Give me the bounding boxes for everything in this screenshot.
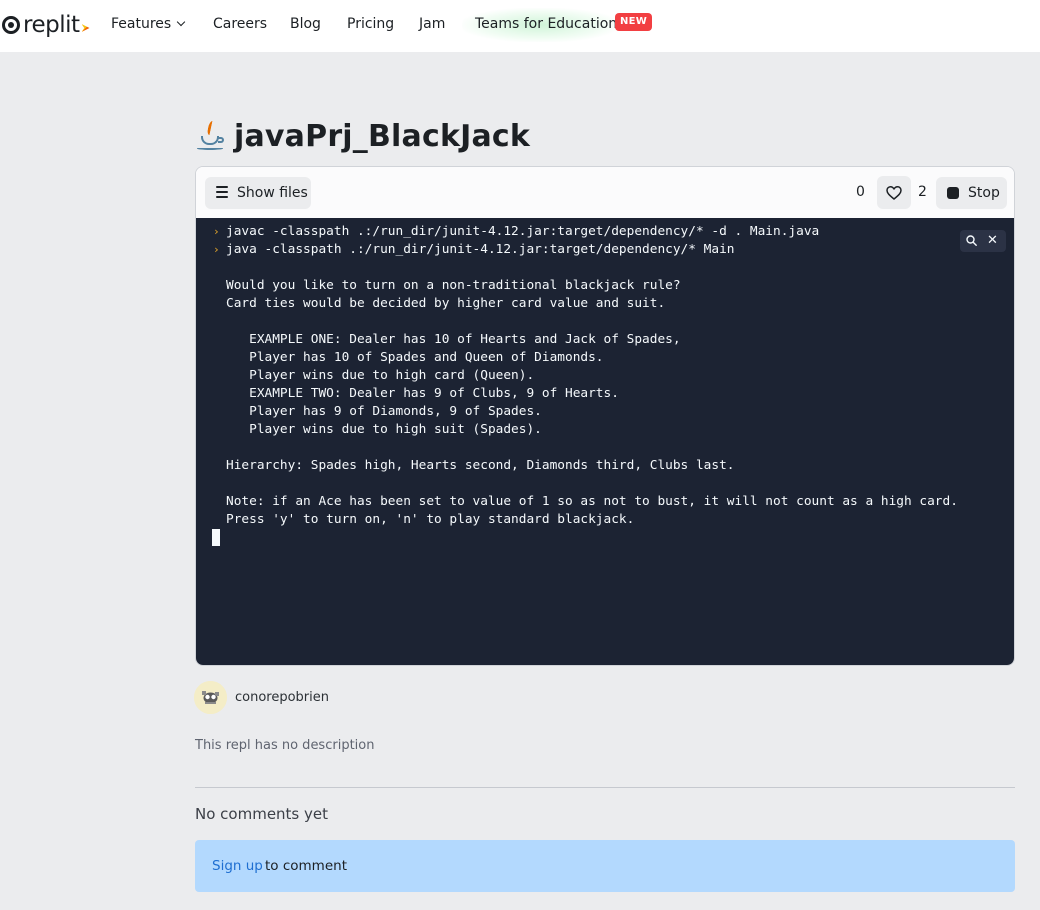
- like-count: 2: [918, 184, 927, 200]
- divider: [195, 787, 1015, 788]
- console-output-line: Hierarchy: Spades high, Hearts second, D…: [226, 458, 735, 473]
- console-output-line: Player has 9 of Diamonds, 9 of Spades.: [226, 404, 542, 419]
- console-command: javac -classpath .:/run_dir/junit-4.12.j…: [226, 224, 820, 239]
- stop-icon: [947, 187, 959, 199]
- search-icon[interactable]: [966, 235, 977, 246]
- console-output-line: Player wins due to high suit (Spades).: [226, 422, 542, 437]
- run-count: 0: [856, 184, 865, 200]
- comments-empty-state: No comments yet: [195, 805, 329, 823]
- brand-name: replit: [23, 12, 80, 38]
- show-files-button[interactable]: Show files: [205, 177, 311, 209]
- console-output-line: EXAMPLE TWO: Dealer has 9 of Clubs, 9 of…: [226, 386, 619, 401]
- new-badge: NEW: [615, 13, 653, 31]
- console-output-line: Note: if an Ace has been set to value of…: [226, 494, 958, 509]
- console-output-line: EXAMPLE ONE: Dealer has 10 of Hearts and…: [226, 332, 681, 347]
- console-output[interactable]: › javac -classpath .:/run_dir/junit-4.12…: [196, 218, 1014, 665]
- nav-features-label: Features: [111, 16, 172, 32]
- author-username[interactable]: conorepobrien: [235, 690, 329, 705]
- prompt-chevron-icon: ›: [213, 225, 220, 238]
- console-output-line: Would you like to turn on a non-traditio…: [226, 278, 681, 293]
- java-icon: [196, 119, 226, 153]
- console-output-line: Player has 10 of Spades and Queen of Dia…: [226, 350, 604, 365]
- nav-pricing[interactable]: Pricing: [347, 16, 394, 32]
- signup-link[interactable]: Sign up: [212, 858, 263, 874]
- repl-card: Show files 0 2 Stop › javac -classpath .…: [195, 166, 1015, 666]
- console-command: java -classpath .:/run_dir/junit-4.12.ja…: [226, 242, 735, 257]
- nav-blog[interactable]: Blog: [290, 16, 321, 32]
- console-output-line: Press 'y' to turn on, 'n' to play standa…: [226, 512, 635, 527]
- stop-label: Stop: [968, 185, 1000, 201]
- console-cursor: [212, 529, 220, 546]
- signup-suffix: to comment: [265, 858, 347, 874]
- stop-button[interactable]: Stop: [936, 177, 1007, 209]
- close-icon[interactable]: ✕: [987, 233, 998, 249]
- repl-toolbar: Show files 0 2 Stop: [196, 167, 1014, 218]
- like-button[interactable]: [877, 176, 911, 209]
- heart-icon: [886, 185, 902, 200]
- page-title: javaPrj_BlackJack: [234, 118, 531, 154]
- repl-description: This repl has no description: [195, 738, 375, 753]
- chevron-down-icon: [176, 17, 186, 27]
- console-tools: ✕: [960, 230, 1006, 252]
- replit-spark-icon: [81, 24, 90, 32]
- files-icon: [216, 186, 228, 200]
- show-files-label: Show files: [237, 185, 308, 201]
- console-output-line: Card ties would be decided by higher car…: [226, 296, 666, 311]
- repl-header: javaPrj_BlackJack: [196, 114, 530, 158]
- prompt-chevron-icon: ›: [213, 243, 220, 256]
- signup-prompt: Sign up to comment: [195, 840, 1015, 892]
- nav-teams-for-education[interactable]: Teams for Education: [475, 16, 617, 32]
- nav-features[interactable]: Features: [111, 16, 186, 32]
- replit-logo[interactable]: replit: [2, 12, 90, 38]
- nav-careers[interactable]: Careers: [213, 16, 267, 32]
- replit-logo-icon: [2, 16, 20, 34]
- top-nav: replit Features Careers Blog Pricing Jam…: [0, 0, 1040, 52]
- avatar[interactable]: [194, 681, 227, 714]
- avatar-image: [194, 681, 227, 714]
- nav-jam[interactable]: Jam: [419, 16, 445, 32]
- console-output-line: Player wins due to high card (Queen).: [226, 368, 535, 383]
